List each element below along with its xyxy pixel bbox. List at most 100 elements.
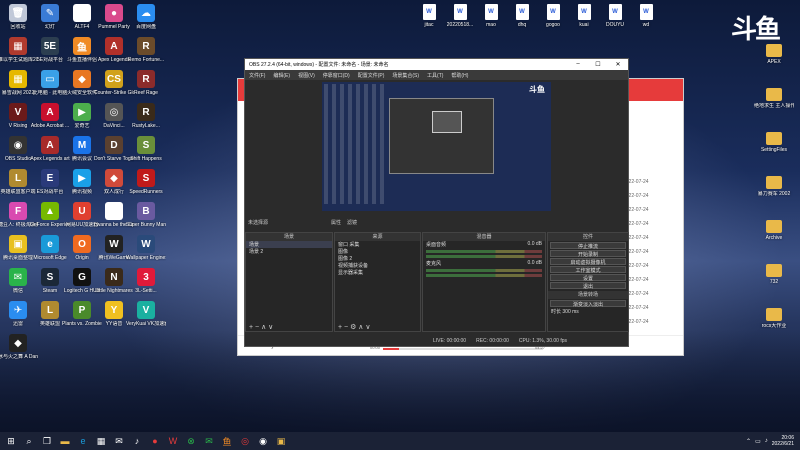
- control-button[interactable]: 设置: [550, 274, 626, 282]
- app-icon: ▦: [9, 37, 27, 55]
- netease-music-icon[interactable]: ●: [146, 432, 164, 450]
- desktop-icon-label: 3L-Setti...: [135, 288, 157, 294]
- toolbar-button[interactable]: 滤镜: [347, 219, 357, 226]
- menu-item[interactable]: 配置文件(P): [358, 72, 385, 79]
- chevron-up-icon[interactable]: ⌃: [746, 438, 751, 445]
- source-item[interactable]: 窗口 采集: [335, 241, 420, 248]
- app-icon: S: [41, 268, 59, 286]
- menu-item[interactable]: 场景集合(S): [392, 72, 419, 79]
- desktop-icon[interactable]: Y YY语音: [96, 301, 132, 339]
- chrome-icon[interactable]: ◎: [236, 432, 254, 450]
- desktop-icon-label: SpeedRunners: [129, 189, 163, 195]
- close-icon[interactable]: ✕: [608, 61, 628, 68]
- control-button[interactable]: 停止推流: [550, 242, 626, 250]
- menu-item[interactable]: 停靠窗口(D): [323, 72, 350, 79]
- control-button[interactable]: 开始录制: [550, 250, 626, 258]
- transition-select[interactable]: 渐变淡入淡出: [550, 300, 626, 308]
- desktop-icon[interactable]: L 英雄联盟: [32, 301, 68, 339]
- obs-taskbar-icon[interactable]: ◉: [254, 432, 272, 450]
- app-icon: ☁: [137, 4, 155, 22]
- volume-slider[interactable]: [426, 255, 542, 258]
- transition-duration: 时长 300 ms: [548, 308, 628, 315]
- desktop-folder-label: Archive: [765, 235, 783, 241]
- menu-item[interactable]: 编辑(E): [273, 72, 290, 79]
- desktop-file[interactable]: Wwd: [628, 4, 664, 42]
- mail-icon[interactable]: ✉: [110, 432, 128, 450]
- app-icon: ▮: [73, 4, 91, 22]
- wechat-icon[interactable]: ✉: [200, 432, 218, 450]
- maximize-icon[interactable]: ☐: [588, 61, 608, 68]
- obs-statusbar: LIVE: 00:00:00 REC: 00:00:00 CPU: 1.3%, 30…: [245, 336, 628, 346]
- folder-icon: [766, 220, 782, 233]
- word-doc-icon: W: [546, 4, 560, 20]
- channel-level: 0.0 dB: [527, 260, 542, 266]
- menu-item[interactable]: 文件(F): [249, 72, 265, 79]
- douyu-taskbar-icon[interactable]: 鱼: [218, 432, 236, 450]
- desktop-folder[interactable]: SettingFiles: [756, 132, 792, 170]
- source-toolbar: 属性 滤镜: [331, 219, 357, 226]
- toolbar-button[interactable]: 属性: [331, 219, 341, 226]
- app-icon: ✉: [9, 268, 27, 286]
- source-item[interactable]: 图像: [335, 248, 420, 255]
- file-explorer-icon[interactable]: ▬: [56, 432, 74, 450]
- source-item[interactable]: 图像 2: [335, 255, 420, 262]
- store-icon[interactable]: ▦: [92, 432, 110, 450]
- sources-dock-title: 来源: [335, 233, 420, 241]
- desktop-icon[interactable]: ◆ 冰与火之舞 A Dance of F...: [0, 334, 38, 372]
- sources-dock: 来源 窗口 采集 图像 图像 2 视频捕获设备 显示器采集 + − ⚙ ∧ ∨: [334, 232, 421, 332]
- edge-icon[interactable]: e: [74, 432, 92, 450]
- volume-icon[interactable]: ♪: [765, 438, 768, 444]
- word-doc-icon: W: [484, 4, 498, 20]
- desktop-folder[interactable]: APEX: [756, 44, 792, 82]
- scenes-dock-controls[interactable]: + − ∧ ∨: [246, 323, 332, 331]
- source-item[interactable]: 视频捕获设备: [335, 262, 420, 269]
- clock[interactable]: 20:06 2022/6/21: [772, 435, 794, 447]
- sources-dock-controls[interactable]: + − ⚙ ∧ ∨: [335, 323, 420, 331]
- date-item: 2022-07-24: [623, 179, 649, 185]
- app-icon: E: [41, 169, 59, 187]
- scene-item[interactable]: 场景: [246, 241, 332, 248]
- task-view-icon[interactable]: ❐: [38, 432, 56, 450]
- app-icon: L: [9, 169, 27, 187]
- source-item[interactable]: 显示器采集: [335, 269, 420, 276]
- desktop-folder[interactable]: rocs大作业: [756, 308, 792, 346]
- desktop-icon-label: 百度网盘: [135, 24, 156, 30]
- word-doc-icon: W: [577, 4, 591, 20]
- obs-titlebar[interactable]: OBS 27.2.4 (64-bit, windows) - 配置文件: 未命名…: [245, 59, 628, 70]
- desktop-icon-label: Super Bunny Man: [126, 222, 166, 228]
- folder-icon: [766, 88, 782, 101]
- desktop-icon[interactable]: V VeryKuai VK加速器: [126, 301, 166, 339]
- desktop-icon[interactable]: PPlants vs. Zombies G...: [62, 301, 102, 339]
- duration-value[interactable]: 300 ms: [562, 309, 578, 315]
- menu-item[interactable]: 工具(T): [427, 72, 443, 79]
- desktop-folder[interactable]: 暴力赛车 2002: [756, 176, 792, 214]
- menu-item[interactable]: 视图(V): [298, 72, 315, 79]
- scene-item[interactable]: 场景 2: [246, 248, 332, 255]
- control-button[interactable]: 启动虚拟摄像机: [550, 258, 626, 266]
- obs-window[interactable]: OBS 27.2.4 (64-bit, windows) - 配置文件: 未命名…: [244, 58, 629, 347]
- app-taskbar-icon[interactable]: ▣: [272, 432, 290, 450]
- control-button[interactable]: 退出: [550, 282, 626, 290]
- xbox-icon[interactable]: ⊗: [182, 432, 200, 450]
- obs-preview[interactable]: 斗鱼: [322, 82, 551, 211]
- volume-slider[interactable]: [426, 274, 542, 277]
- desktop-icon-label: RustyLake...: [132, 123, 160, 129]
- menu-item[interactable]: 帮助(H): [451, 72, 468, 79]
- obs-title: OBS 27.2.4 (64-bit, windows) - 配置文件: 未命名…: [249, 62, 389, 68]
- tiktok-icon[interactable]: ♪: [128, 432, 146, 450]
- desktop-folder[interactable]: Archive: [756, 220, 792, 258]
- app-icon: A: [41, 103, 59, 121]
- minimize-icon[interactable]: –: [568, 61, 588, 68]
- scene-label: 未选择源: [248, 220, 269, 226]
- desktop-folder[interactable]: 732: [756, 264, 792, 302]
- app-icon: ◎: [105, 103, 123, 121]
- search-icon[interactable]: ⌕: [20, 432, 38, 450]
- network-icon[interactable]: ▭: [755, 438, 761, 445]
- control-button[interactable]: 工作室模式: [550, 266, 626, 274]
- app-icon: ✎: [41, 4, 59, 22]
- start-icon[interactable]: ⊞: [2, 432, 20, 450]
- desktop-folder[interactable]: 绝地求生 主人操作记...: [754, 88, 794, 126]
- music-progress[interactable]: [383, 348, 543, 350]
- wps-icon[interactable]: W: [164, 432, 182, 450]
- app-icon: F: [9, 202, 27, 220]
